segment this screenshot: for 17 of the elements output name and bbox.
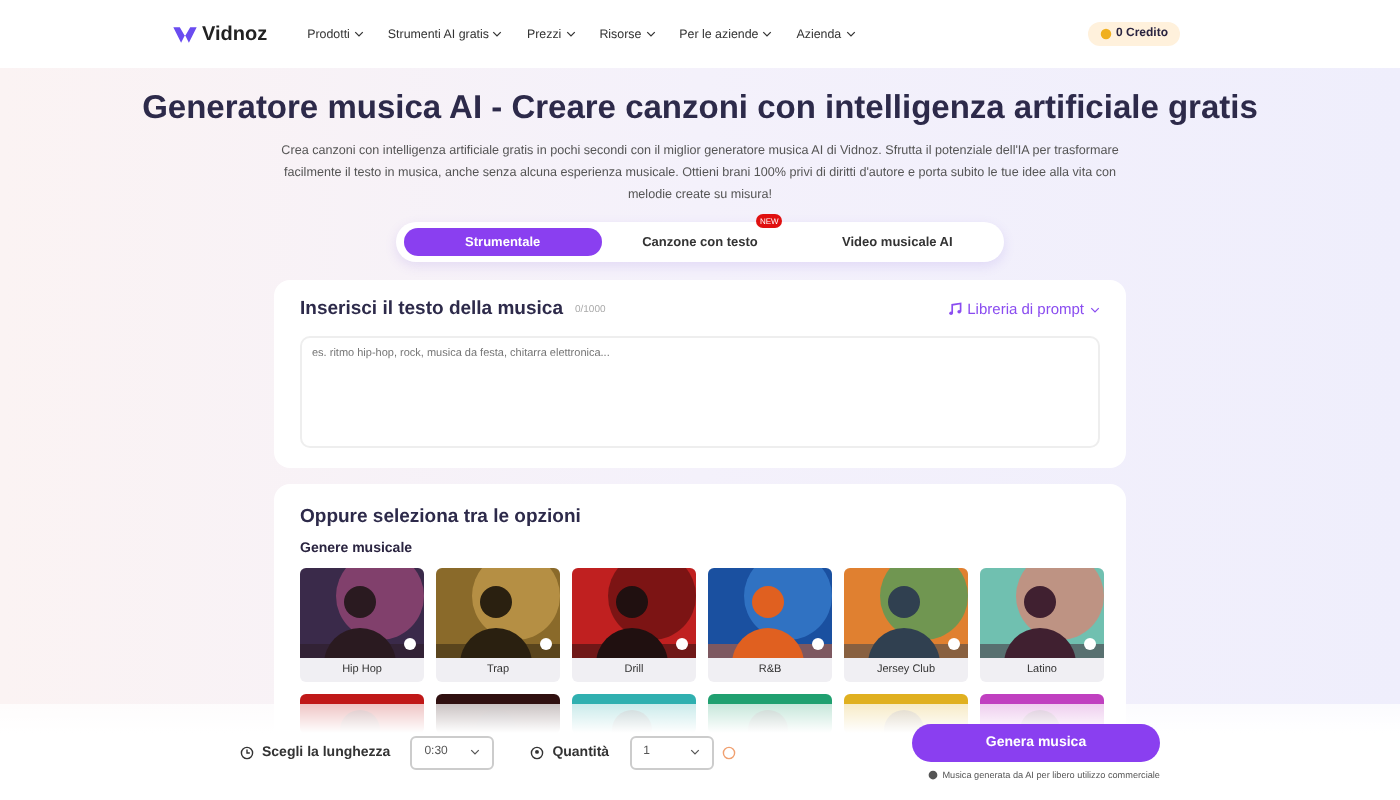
- page-title: Generatore musica AI - Creare canzoni con intelligenza artificiale gratis: [142, 90, 1258, 128]
- lyrics-heading: Inserisci il testo della musica: [300, 298, 563, 320]
- music-note-icon: [947, 302, 962, 316]
- logo-icon: [172, 23, 198, 45]
- clock-icon: [240, 745, 254, 759]
- chevron-down-icon: [762, 30, 773, 38]
- chevron-down-icon: [565, 30, 576, 38]
- logo-text: Vidnoz: [202, 23, 268, 45]
- chevron-down-icon: [353, 30, 364, 38]
- chevron-down-icon: [845, 30, 856, 38]
- chevron-down-icon: [470, 748, 481, 756]
- chevron-down-icon: [645, 30, 656, 38]
- chevron-down-icon: [492, 30, 503, 38]
- options-heading: Oppure seleziona tra le opzioni: [300, 506, 583, 528]
- chevron-down-icon: [689, 748, 700, 756]
- chevron-down-icon: [1090, 305, 1100, 313]
- coin-icon: [1099, 28, 1112, 40]
